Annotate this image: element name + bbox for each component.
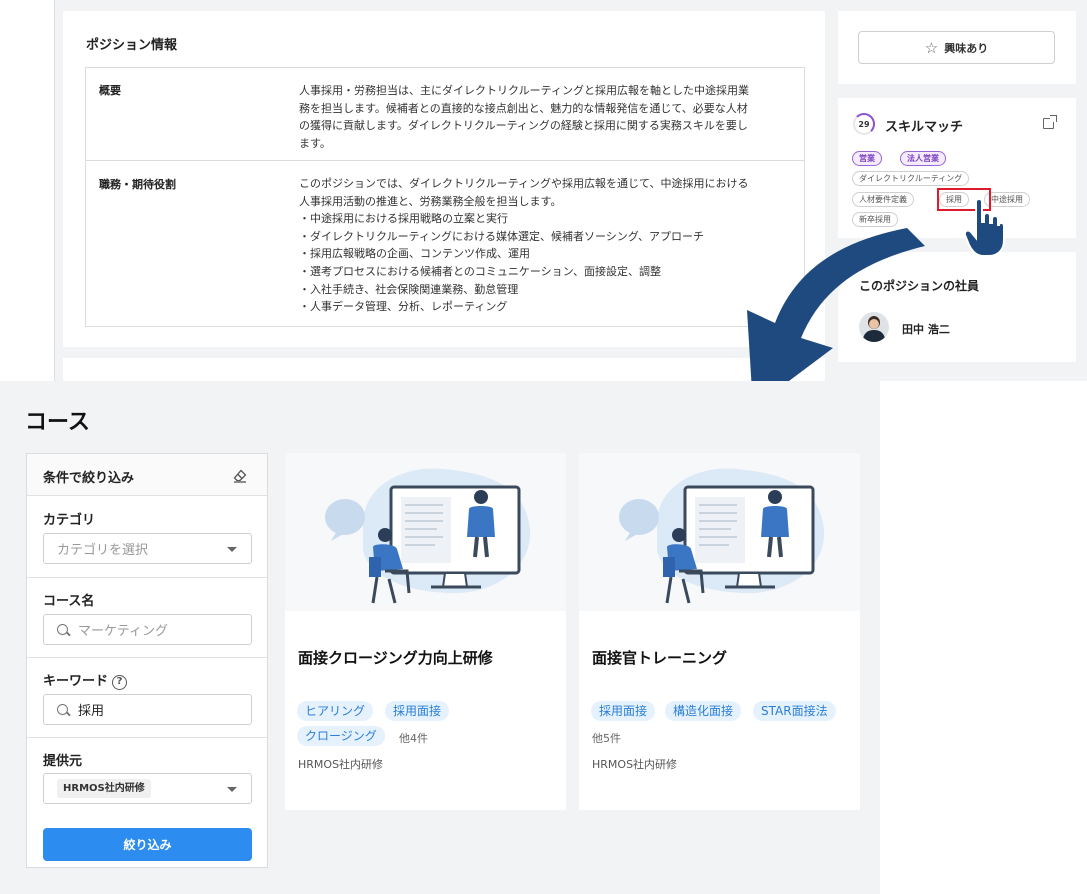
category-section: カテゴリ カテゴリを選択 — [27, 496, 267, 578]
course-tag: 採用面接 — [385, 701, 450, 721]
course-more-tags: 他4件 — [399, 732, 428, 745]
skill-match-card: 29 スキルマッチ 営業 法人営業 ダイレクトリクルーティング 人材要件定義 採… — [838, 98, 1076, 238]
filter-panel: 条件で絞り込み カテゴリ カテゴリを選択 コース名 マーケティング キーワード … — [26, 453, 268, 868]
summary-row: 概要 人事採用・労務担当は、主にダイレクトリクルーティングと採用広報を軸とした中… — [86, 68, 804, 161]
apply-filter-button[interactable]: 絞り込み — [43, 828, 252, 861]
category-select[interactable]: カテゴリを選択 — [43, 533, 252, 564]
skill-match-title: スキルマッチ — [885, 120, 964, 135]
duties-row: 職務・期待役割 このポジションでは、ダイレクトリクルーティングや採用広報を通じて… — [86, 162, 804, 327]
next-section-card — [63, 358, 825, 381]
help-icon[interactable]: ? — [112, 675, 128, 690]
duties-line: ・選考プロセスにおける候補者とのコミュニケーション、面接設定、調整 — [299, 264, 662, 278]
course-screen: コース 条件で絞り込み カテゴリ カテゴリを選択 コース名 マーケティング キー… — [0, 381, 880, 894]
duties-line: ・入社手続き、社会保険関連業務、勤怠管理 — [299, 282, 519, 296]
interest-card: ☆ 興味あり — [838, 11, 1076, 84]
course-illustration — [285, 453, 566, 611]
filter-title: 条件で絞り込み — [43, 471, 135, 486]
summary-line: ます。 — [299, 137, 331, 151]
search-icon — [57, 704, 68, 715]
skill-tag[interactable]: 法人営業 — [900, 151, 946, 166]
course-tag: 採用面接 — [591, 701, 656, 721]
skill-score-ring: 29 — [853, 113, 875, 135]
eraser-icon[interactable] — [233, 469, 247, 483]
pointer-hand-icon — [963, 198, 1005, 257]
course-more-tags: 他5件 — [592, 732, 621, 745]
provider-section: 提供元 HRMOS社内研修 — [27, 738, 267, 818]
external-link-icon[interactable] — [1043, 115, 1057, 129]
chevron-down-icon — [227, 547, 237, 552]
summary-line: 人事採用・労務担当は、主にダイレクトリクルーティングと採用広報を軸とした中途採用… — [299, 84, 750, 97]
position-info-card: ポジション情報 概要 人事採用・労務担当は、主にダイレクトリクルーティングと採用… — [63, 11, 825, 347]
page-title: コース — [25, 410, 90, 435]
course-provider: HRMOS社内研修 — [298, 758, 384, 771]
category-label: カテゴリ — [43, 513, 96, 528]
course-name-label: コース名 — [43, 594, 95, 609]
position-info-table: 概要 人事採用・労務担当は、主にダイレクトリクルーティングと採用広報を軸とした中… — [85, 67, 805, 327]
provider-chip: HRMOS社内研修 — [57, 779, 151, 798]
filter-header: 条件で絞り込み — [27, 454, 267, 496]
keyword-value: 採用 — [78, 704, 105, 719]
course-tag: 構造化面接 — [665, 701, 742, 721]
course-tag: クロージング — [297, 726, 385, 746]
interest-label: 興味あり — [944, 41, 989, 55]
provider-select[interactable]: HRMOS社内研修 — [43, 773, 252, 804]
course-title[interactable]: 面接クロージング力向上研修 — [298, 647, 493, 668]
keyword-label: キーワード? — [43, 670, 128, 690]
duties-line: ・ダイレクトリクルーティングにおける媒体選定、候補者ソーシング、アプローチ — [299, 229, 705, 243]
duties-line: ・人事データ管理、分析、レポーティング — [299, 300, 508, 314]
duties-line: ・中途採用における採用戦略の立案と実行 — [299, 212, 508, 226]
duties-label: 職務・期待役割 — [99, 178, 176, 191]
sidebar-divider — [54, 0, 55, 381]
position-info-title: ポジション情報 — [86, 38, 178, 53]
course-card[interactable]: 面接官トレーニング 採用面接 構造化面接 STAR面接法 他5件 HRMOS社内… — [579, 453, 860, 810]
provider-label: 提供元 — [43, 754, 83, 769]
keyword-section: キーワード? 採用 — [27, 658, 267, 738]
course-card[interactable]: 面接クロージング力向上研修 ヒアリング 採用面接 クロージング 他4件 HRMO… — [285, 453, 566, 810]
course-title[interactable]: 面接官トレーニング — [592, 647, 727, 668]
summary-line: 務を担当します。候補者との直接的な接点創出と、魅力的な情報発信を通じて、必要な人… — [299, 101, 748, 115]
interest-button[interactable]: ☆ 興味あり — [858, 31, 1055, 64]
duties-line: 人事採用活動の推進と、労務業務全般を担当します。 — [299, 194, 562, 208]
course-tag: STAR面接法 — [753, 701, 836, 721]
duties-text: このポジションでは、ダイレクトリクルーティングや採用広報を通じて、中途採用におけ… — [299, 175, 789, 316]
star-icon: ☆ — [924, 38, 939, 57]
course-name-section: コース名 マーケティング — [27, 578, 267, 658]
course-provider: HRMOS社内研修 — [592, 758, 678, 771]
duties-line: このポジションでは、ダイレクトリクルーティングや採用広報を通じて、中途採用におけ… — [299, 177, 749, 190]
summary-line: の獲得に貢献します。ダイレクトリクルーティングの経験と採用に関する実務スキルを要… — [299, 119, 748, 133]
skill-tag[interactable]: 新卒採用 — [852, 212, 898, 227]
skill-tag[interactable]: 人材要件定義 — [852, 192, 914, 207]
category-placeholder: カテゴリを選択 — [57, 543, 149, 558]
duties-line: ・採用広報戦略の企画、コンテンツ作成、運用 — [299, 247, 530, 261]
search-icon — [57, 624, 68, 635]
chevron-down-icon — [227, 787, 237, 792]
skill-tag[interactable]: ダイレクトリクルーティング — [852, 171, 970, 186]
course-illustration — [579, 453, 860, 611]
left-sidebar — [0, 0, 54, 381]
summary-text: 人事採用・労務担当は、主にダイレクトリクルーティングと採用広報を軸とした中途採用… — [299, 82, 789, 153]
keyword-label-text: キーワード — [43, 674, 109, 689]
course-name-input[interactable]: マーケティング — [43, 614, 252, 645]
skill-tag[interactable]: 営業 — [852, 151, 882, 166]
summary-label: 概要 — [99, 84, 121, 97]
keyword-input[interactable]: 採用 — [43, 694, 252, 725]
course-tag: ヒアリング — [297, 701, 374, 721]
course-name-placeholder: マーケティング — [78, 624, 168, 639]
